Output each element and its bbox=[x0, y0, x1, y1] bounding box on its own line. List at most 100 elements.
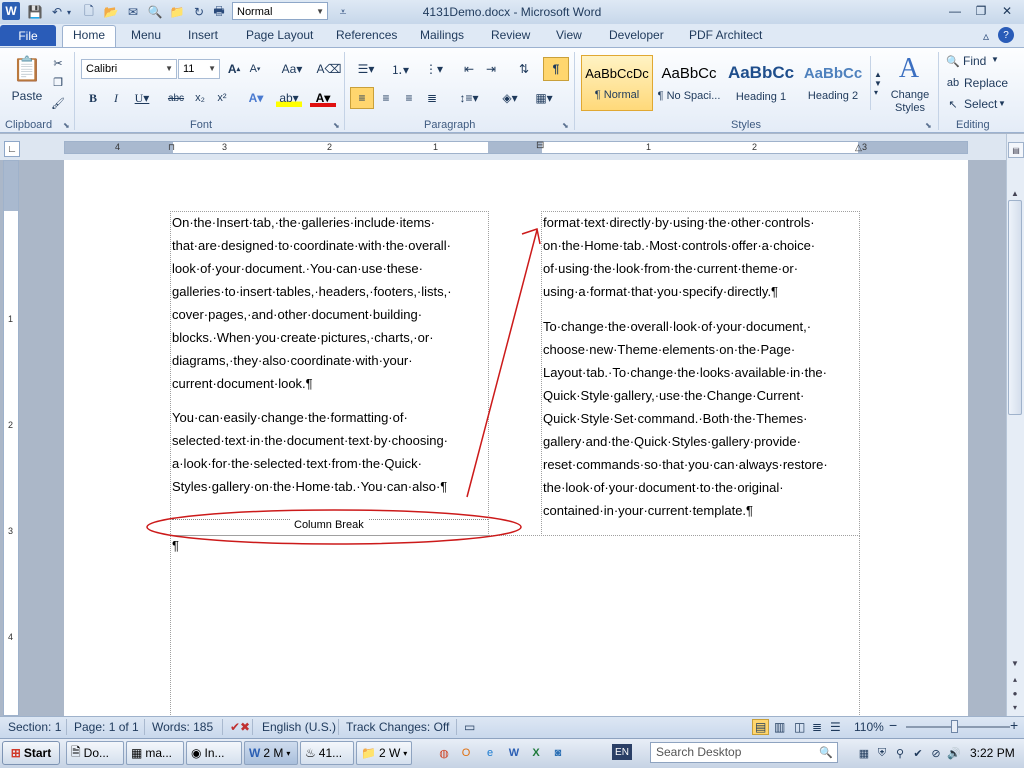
tab-menu[interactable]: Menu bbox=[131, 28, 161, 42]
line-spacing-icon[interactable]: ↕≡▾ bbox=[455, 89, 483, 107]
text-line[interactable]: current·document·look.¶ bbox=[172, 372, 313, 395]
tab-references[interactable]: References bbox=[336, 28, 397, 42]
change-styles-label-1[interactable]: Change bbox=[884, 88, 936, 102]
tab-review[interactable]: Review bbox=[491, 28, 530, 42]
highlight-color-icon[interactable]: ab▾ bbox=[276, 89, 302, 107]
text-line[interactable]: look·of·your·document.·You·can·use·these… bbox=[172, 257, 423, 280]
text-line[interactable]: a·look·for·the·selected·text·from·the·Qu… bbox=[172, 452, 422, 475]
decrease-indent-icon[interactable]: ⇤ bbox=[460, 60, 478, 78]
column-marker[interactable]: ⊟ bbox=[536, 140, 544, 151]
select-browse-object-icon[interactable]: ● bbox=[1008, 686, 1022, 700]
scroll-down-icon[interactable]: ▼ bbox=[1008, 656, 1022, 670]
style-no-spacing[interactable]: AaBbCc ¶ No Spaci... bbox=[653, 55, 725, 111]
full-screen-reading-icon[interactable]: ▥ bbox=[774, 720, 785, 734]
text-line[interactable]: Layout·tab.·To·change·the·looks·availabl… bbox=[543, 361, 827, 384]
tab-page-layout[interactable]: Page Layout bbox=[246, 28, 313, 42]
text-line[interactable]: reset·commands·so·that·you·can·always·re… bbox=[543, 453, 828, 476]
select-icon[interactable]: ↖ bbox=[946, 97, 960, 111]
taskbar-item-program[interactable]: ♨ 41... bbox=[300, 741, 354, 765]
right-indent-marker[interactable]: △ bbox=[855, 142, 862, 153]
font-name-combo[interactable]: Calibri ▼ bbox=[81, 59, 177, 79]
align-right-icon[interactable]: ≡ bbox=[399, 89, 419, 107]
office-icon[interactable]: O bbox=[458, 745, 474, 761]
text-line[interactable]: cover·pages,·and·other·document·building… bbox=[172, 303, 422, 326]
ruler-toggle-icon[interactable]: ▤ bbox=[1008, 142, 1024, 158]
tab-pdf-architect[interactable]: PDF Architect bbox=[689, 28, 762, 42]
chevron-down-icon[interactable]: ▼ bbox=[998, 99, 1006, 108]
clear-formatting-icon[interactable]: A⌫ bbox=[317, 60, 342, 78]
restore-button[interactable]: ❐ bbox=[970, 2, 992, 20]
taskbar-item-explorer[interactable]: 📁 2 W ▾ bbox=[356, 741, 412, 765]
tab-view[interactable]: View bbox=[556, 28, 582, 42]
styles-launcher-icon[interactable]: ⬊ bbox=[925, 121, 932, 130]
font-launcher-icon[interactable]: ⬊ bbox=[333, 121, 340, 130]
draft-view-icon[interactable]: ☰ bbox=[830, 720, 841, 734]
align-left-icon[interactable]: ≡ bbox=[350, 87, 374, 109]
bullets-icon[interactable]: ☰▾ bbox=[352, 60, 380, 78]
tray-network-icon[interactable]: ⚲ bbox=[892, 745, 908, 761]
excel-icon[interactable]: X bbox=[528, 745, 544, 761]
styles-gallery-scroll[interactable]: ▲ ▼ ▾ bbox=[870, 56, 885, 110]
superscript-icon[interactable]: x² bbox=[213, 89, 231, 107]
text-line[interactable]: selected·text·in·the·document·text·by·ch… bbox=[172, 429, 448, 452]
increase-indent-icon[interactable]: ⇥ bbox=[482, 60, 500, 78]
paste-button[interactable]: Paste bbox=[6, 88, 48, 104]
strikethrough-icon[interactable]: abc bbox=[165, 89, 187, 107]
ie-icon[interactable]: e bbox=[482, 745, 498, 761]
status-track-changes[interactable]: Track Changes: Off bbox=[346, 720, 449, 734]
find-icon[interactable]: 🔍 bbox=[946, 54, 960, 68]
sort-icon[interactable]: ⇅ bbox=[514, 60, 534, 78]
show-hide-pilcrow-button[interactable]: ¶ bbox=[543, 57, 569, 81]
chevron-down-icon[interactable]: ▼ bbox=[991, 55, 999, 64]
tab-file[interactable]: File bbox=[0, 25, 56, 46]
borders-icon[interactable]: ▦▾ bbox=[530, 89, 558, 107]
zoom-slider-track[interactable] bbox=[906, 726, 1010, 728]
find-button[interactable]: Find bbox=[963, 54, 986, 68]
change-case-icon[interactable]: Aa▾ bbox=[280, 60, 304, 78]
taskbar-clock[interactable]: 3:22 PM bbox=[970, 746, 1015, 760]
text-line[interactable]: the·look·of·your·document·to·the·origina… bbox=[543, 476, 784, 499]
italic-icon[interactable]: I bbox=[108, 89, 124, 107]
tab-home[interactable]: Home bbox=[73, 28, 105, 42]
shading-icon[interactable]: ◈▾ bbox=[496, 89, 524, 107]
copy-icon[interactable]: ❐ bbox=[50, 75, 66, 89]
align-center-icon[interactable]: ≡ bbox=[376, 89, 396, 107]
clipboard-launcher-icon[interactable]: ⬊ bbox=[63, 121, 70, 130]
text-line[interactable]: Styles·gallery·on·the·Home·tab.·You·can·… bbox=[172, 475, 447, 498]
text-line[interactable]: galleries·to·insert·tables,·headers,·foo… bbox=[172, 280, 452, 303]
tab-developer[interactable]: Developer bbox=[609, 28, 664, 42]
text-line[interactable]: format·text·directly·by·using·the·other·… bbox=[543, 211, 815, 234]
text-line[interactable]: on·the·Home·tab.·Most·controls·offer·a·c… bbox=[543, 234, 815, 257]
web-layout-icon[interactable]: ◫ bbox=[794, 720, 805, 734]
status-section[interactable]: Section: 1 bbox=[8, 720, 61, 734]
help-icon[interactable]: ? bbox=[998, 27, 1014, 43]
change-styles-icon[interactable]: A bbox=[892, 52, 926, 86]
text-line[interactable]: On·the·Insert·tab,·the·galleries·include… bbox=[172, 211, 435, 234]
subscript-icon[interactable]: x₂ bbox=[191, 89, 209, 107]
paragraph-launcher-icon[interactable]: ⬊ bbox=[562, 121, 569, 130]
style-heading-1[interactable]: AaBbCc Heading 1 bbox=[725, 55, 797, 111]
proofing-icon[interactable]: ✔✖ bbox=[230, 720, 250, 734]
word-quick-launch-icon[interactable]: W bbox=[506, 745, 522, 761]
language-indicator[interactable]: EN bbox=[612, 744, 632, 760]
paste-icon[interactable]: 📋 bbox=[10, 54, 44, 84]
text-line[interactable]: using·a·format·that·you·specify·directly… bbox=[543, 280, 778, 303]
print-layout-view-icon[interactable]: ▤ bbox=[752, 719, 770, 735]
style-normal[interactable]: AaBbCcDc ¶ Normal bbox=[581, 55, 653, 111]
tab-mailings[interactable]: Mailings bbox=[420, 28, 464, 42]
tray-calculator-icon[interactable]: ▦ bbox=[856, 745, 872, 761]
text-line[interactable]: You·can·easily·change·the·formatting·of· bbox=[172, 406, 408, 429]
bold-icon[interactable]: B bbox=[85, 89, 101, 107]
minimize-button[interactable]: — bbox=[944, 2, 966, 20]
app-icon[interactable]: ◙ bbox=[550, 745, 566, 761]
text-line[interactable]: that·are·designed·to·coordinate·with·the… bbox=[172, 234, 451, 257]
text-line[interactable]: contained·in·your·current·template.¶ bbox=[543, 499, 753, 522]
minimize-ribbon-icon[interactable]: ▵ bbox=[977, 27, 995, 45]
text-line[interactable]: Quick·Style·gallery,·use·the·Change·Curr… bbox=[543, 384, 804, 407]
justify-icon[interactable]: ≣ bbox=[422, 89, 442, 107]
start-button[interactable]: ⊞ Start bbox=[2, 741, 60, 765]
text-line[interactable]: choose·new·Theme·elements·on·the·Page· bbox=[543, 338, 795, 361]
replace-icon[interactable]: ab bbox=[946, 76, 960, 90]
zoom-slider-thumb[interactable] bbox=[951, 720, 958, 733]
zoom-in-button[interactable]: + bbox=[1010, 717, 1018, 733]
